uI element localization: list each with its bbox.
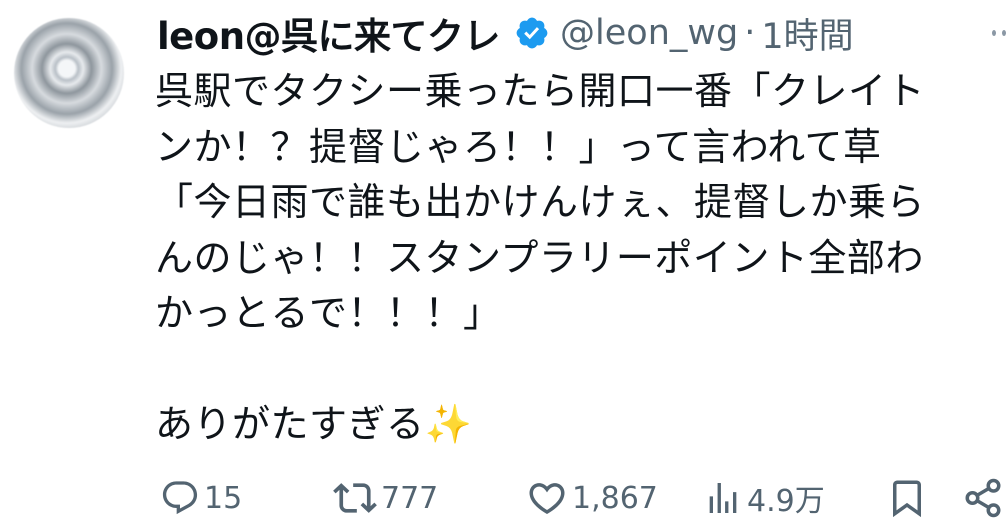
timestamp[interactable]: 1時間 bbox=[761, 8, 853, 59]
reply-icon bbox=[162, 481, 198, 515]
action-bar: 15 777 1,867 4.9万 bbox=[0, 470, 1006, 526]
bookmark-button[interactable] bbox=[886, 470, 928, 526]
tweet-line: ンか！？提督じゃろ！！」って言われて草 bbox=[155, 124, 882, 169]
share-icon bbox=[965, 478, 1001, 518]
verified-badge-icon bbox=[516, 17, 548, 49]
share-button[interactable] bbox=[962, 470, 1004, 526]
views-button[interactable]: 4.9万 bbox=[703, 470, 825, 526]
views-count: 4.9万 bbox=[747, 484, 825, 519]
tweet-text: 呉駅でタクシー乗ったら開口一番「クレイト ンか！？提督じゃろ！！」って言われて草… bbox=[155, 64, 1006, 453]
tweet-line: んのじゃ！！スタンプラリーポイント全部わ bbox=[155, 235, 924, 280]
like-button[interactable]: 1,867 bbox=[526, 470, 658, 526]
display-name[interactable]: leon@呉に来てクレ bbox=[157, 6, 501, 60]
repost-count: 777 bbox=[381, 480, 439, 516]
user-handle[interactable]: @leon_wg bbox=[560, 13, 738, 53]
tweet-line: ありがたすぎる✨ bbox=[155, 402, 473, 446]
repost-button[interactable]: 777 bbox=[333, 470, 438, 526]
like-icon bbox=[529, 483, 565, 515]
more-icon[interactable] bbox=[992, 26, 1006, 40]
views-icon bbox=[709, 483, 737, 513]
like-count: 1,867 bbox=[572, 480, 658, 516]
tweet-line: 呉駅でタクシー乗ったら開口一番「クレイト bbox=[155, 69, 926, 113]
tweet-line: 「今日雨で誰も出かけんけぇ、提督しか乗ら bbox=[155, 180, 926, 224]
reply-count: 15 bbox=[204, 480, 243, 516]
tweet-line-blank bbox=[155, 342, 1006, 398]
bookmark-icon bbox=[893, 480, 921, 518]
tweet-header: leon@呉に来てクレ @leon_wg · 1時間 bbox=[157, 8, 854, 58]
separator-dot: · bbox=[744, 13, 756, 53]
avatar[interactable] bbox=[14, 18, 124, 128]
reply-button[interactable]: 15 bbox=[160, 470, 242, 526]
tweet[interactable]: leon@呉に来てクレ @leon_wg · 1時間 呉駅でタクシー乗ったら開口… bbox=[0, 0, 1006, 530]
repost-icon bbox=[333, 483, 377, 513]
tweet-line: かっとるで！！！」 bbox=[155, 291, 502, 335]
